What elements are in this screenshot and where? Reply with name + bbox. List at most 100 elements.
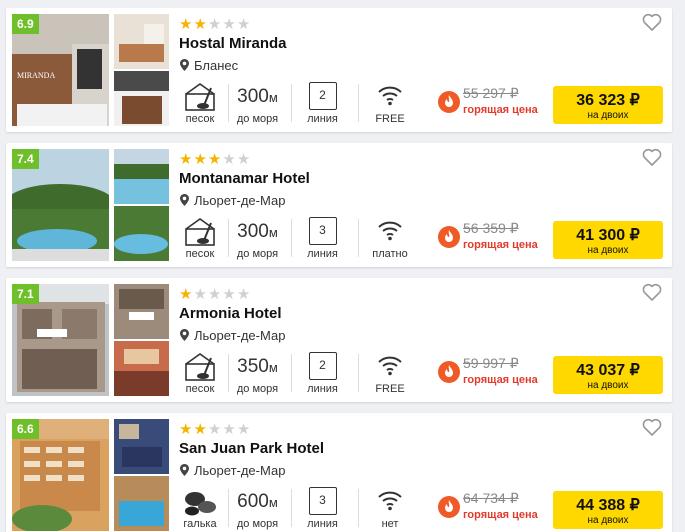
fire-icon — [438, 226, 460, 248]
price-button[interactable]: 44 388 ₽ на двоих — [553, 491, 663, 529]
beach-type: галька — [179, 486, 221, 532]
divider — [358, 84, 359, 122]
line-number: 2 — [308, 352, 337, 380]
beach-line: 2 линия — [294, 351, 351, 397]
line-caption: линия — [307, 383, 338, 395]
city-name: Льорет-де-Мар — [194, 463, 286, 478]
hotel-name-link[interactable]: Montanamar Hotel — [179, 170, 310, 187]
distance-value: 300 — [237, 221, 269, 242]
hotel-photo-thumb[interactable] — [114, 149, 169, 204]
divider — [228, 84, 229, 122]
old-price: 55 297 ₽ — [463, 85, 519, 101]
sand-icon — [185, 83, 215, 111]
beach-caption: песок — [185, 113, 215, 125]
hotel-photo-thumb[interactable] — [114, 419, 169, 474]
hotel-location: Льорет-де-Мар — [180, 328, 285, 343]
price-caption: на двоих — [587, 515, 629, 526]
star-icon: ★ — [236, 16, 252, 33]
divider — [358, 219, 359, 257]
price-button[interactable]: 36 323 ₽ на двоих — [553, 86, 663, 124]
wifi-icon — [378, 356, 402, 376]
hotel-card[interactable]: 7.4 ★★★★★ Montanamar Hotel Льорет-де-Мар… — [6, 143, 672, 267]
divider — [228, 354, 229, 392]
hotel-photo-thumb[interactable] — [114, 206, 169, 261]
heart-icon[interactable] — [642, 283, 662, 301]
hotel-photo-thumb[interactable] — [114, 476, 169, 531]
hotel-photo-thumb[interactable] — [114, 71, 169, 126]
hotel-photo-thumb[interactable] — [114, 341, 169, 396]
price-button[interactable]: 43 037 ₽ на двоих — [553, 356, 663, 394]
sand-icon — [185, 353, 215, 381]
line-number: 2 — [308, 82, 337, 110]
star-icon: ★ — [236, 151, 252, 168]
divider — [291, 219, 292, 257]
heart-icon[interactable] — [642, 13, 662, 31]
star-rating: ★★★★★ — [179, 420, 251, 438]
hotel-card[interactable]: 7.1 ★★★★★ Armonia Hotel Льорет-де-Мар пе… — [6, 278, 672, 402]
distance-caption: до моря — [236, 248, 279, 260]
beach-type: песок — [179, 351, 221, 397]
city-name: Льорет-де-Мар — [194, 328, 286, 343]
hotel-name-link[interactable]: Hostal Miranda — [179, 35, 287, 52]
price-caption: на двоих — [587, 245, 629, 256]
divider — [358, 489, 359, 527]
hotel-card[interactable]: 6.6 ★★★★★ San Juan Park Hotel Льорет-де-… — [6, 413, 672, 532]
distance-unit: м — [268, 495, 278, 510]
sea-distance: 600м до моря — [230, 486, 285, 532]
star-icon: ★ — [222, 421, 237, 438]
fire-icon — [438, 361, 460, 383]
heart-icon[interactable] — [642, 418, 662, 436]
hotel-card[interactable]: MIRANDA 6.9 ★★★★★ Hostal Miranda Бланес … — [6, 8, 672, 132]
star-icon: ★ — [207, 421, 223, 438]
rating-badge: 6.6 — [12, 419, 39, 439]
line-caption: линия — [307, 113, 338, 125]
hotel-photo-thumb[interactable] — [114, 284, 169, 339]
hotel-name-link[interactable]: San Juan Park Hotel — [179, 440, 324, 457]
price-value: 41 300 ₽ — [576, 227, 640, 244]
star-icon: ★ — [222, 16, 237, 33]
heart-icon[interactable] — [642, 148, 662, 166]
star-rating: ★★★★★ — [179, 15, 251, 33]
distance-caption: до моря — [236, 113, 279, 125]
location-pin-icon — [180, 464, 189, 476]
wifi-caption: платно — [372, 248, 408, 260]
star-icon: ★ — [236, 421, 252, 438]
hot-price-label: горящая цена — [463, 374, 538, 386]
hotel-location: Бланес — [180, 58, 238, 73]
price-button[interactable]: 41 300 ₽ на двоих — [553, 221, 663, 259]
line-number: 3 — [308, 217, 337, 245]
hotel-photo-thumb[interactable] — [114, 14, 169, 69]
distance-caption: до моря — [236, 518, 279, 530]
wifi-info: платно — [364, 216, 416, 262]
divider — [291, 84, 292, 122]
divider — [228, 489, 229, 527]
hotel-location: Льорет-де-Мар — [180, 193, 285, 208]
old-price: 64 734 ₽ — [463, 490, 519, 506]
beach-type: песок — [179, 216, 221, 262]
divider — [228, 219, 229, 257]
location-pin-icon — [180, 59, 189, 71]
rating-badge: 6.9 — [12, 14, 39, 34]
star-icon: ★ — [193, 286, 208, 303]
beach-line: 2 линия — [294, 81, 351, 127]
line-caption: линия — [307, 248, 338, 260]
wifi-info: FREE — [364, 81, 416, 127]
hot-price-label: горящая цена — [463, 104, 538, 116]
city-name: Льорет-де-Мар — [194, 193, 286, 208]
star-icon: ★ — [193, 421, 208, 438]
star-icon: ★ — [179, 16, 194, 33]
hot-price-label: горящая цена — [463, 509, 538, 521]
divider — [358, 354, 359, 392]
old-price: 59 997 ₽ — [463, 355, 519, 371]
wifi-icon — [378, 491, 402, 511]
star-icon: ★ — [222, 151, 237, 168]
beach-caption: песок — [185, 383, 215, 395]
star-rating: ★★★★★ — [179, 285, 251, 303]
rating-badge: 7.4 — [12, 149, 39, 169]
star-icon: ★ — [236, 286, 252, 303]
hotel-name-link[interactable]: Armonia Hotel — [179, 305, 282, 322]
location-pin-icon — [180, 194, 189, 206]
fire-icon — [438, 91, 460, 113]
star-icon: ★ — [179, 151, 194, 168]
wifi-icon — [378, 86, 402, 106]
